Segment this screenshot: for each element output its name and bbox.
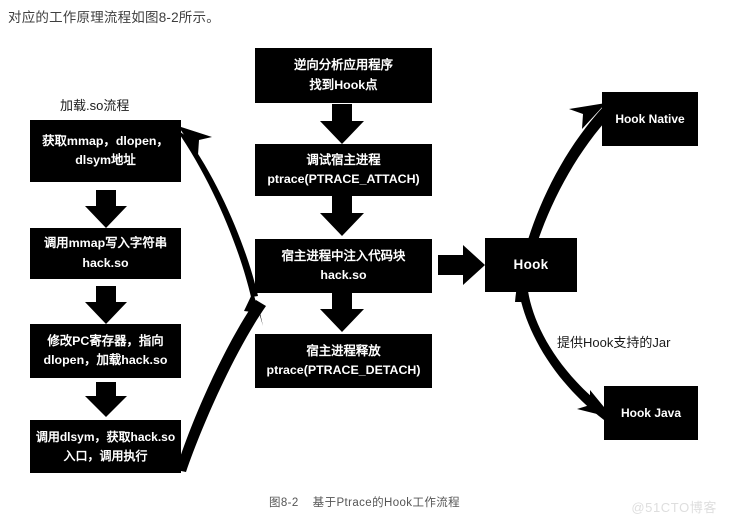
node-line-1: Hook Java	[620, 405, 682, 420]
inject-to-hook-arrow	[438, 245, 485, 285]
node-hook-java: Hook Java	[604, 386, 698, 440]
node-release-host-process-ptrace-detach: 宿主进程释放 ptrace(PTRACE_DETACH)	[255, 334, 432, 388]
node-line-2: 找到Hook点	[309, 77, 378, 92]
left-1-to-2-arrow	[85, 190, 127, 228]
node-line-2: hack.so	[320, 268, 367, 282]
figure-number: 图8-2	[268, 497, 299, 509]
node-line-2: dlopen，加载hack.so	[43, 353, 168, 367]
node-modify-pc-register: 修改PC寄存器，指向 dlopen，加载hack.so	[30, 324, 181, 378]
node-line-1: Hook	[513, 256, 549, 272]
left-2-to-3-arrow	[85, 286, 127, 324]
provide-jar-label: 提供Hook支持的Jar	[557, 335, 671, 350]
node-hook: Hook	[485, 238, 577, 292]
node-line-1: 宿主进程释放	[306, 343, 381, 358]
node-line-1: 调试宿主进程	[306, 152, 381, 167]
node-line-1: 调用mmap写入字符串	[43, 236, 168, 251]
node-line-1: 逆向分析应用程序	[293, 58, 394, 73]
load-so-flow-label: 加载.so流程	[60, 98, 130, 113]
node-call-mmap-write-string: 调用mmap写入字符串 hack.so	[30, 228, 181, 279]
inject-to-load-so-curve	[176, 126, 258, 297]
hook-to-hook-java-curve	[519, 291, 613, 420]
node-get-mmap-dlopen-dlsym: 获取mmap，dlopen， dlsym地址	[30, 120, 181, 182]
node-debug-host-process-ptrace-attach: 调试宿主进程 ptrace(PTRACE_ATTACH)	[255, 144, 432, 196]
node-line-2: ptrace(PTRACE_DETACH)	[266, 363, 421, 377]
center-3-to-4-arrow	[320, 292, 364, 332]
node-inject-code-block-hack-so: 宿主进程中注入代码块 hack.so	[255, 239, 432, 293]
node-line-1: 获取mmap，dlopen，	[42, 133, 169, 148]
node-line-1: 宿主进程中注入代码块	[281, 248, 406, 263]
node-reverse-analyze-find-hook-point: 逆向分析应用程序 找到Hook点	[255, 48, 432, 103]
node-line-1: 修改PC寄存器，指向	[47, 333, 164, 348]
dlsym-back-to-inject-curve	[176, 292, 266, 472]
center-1-to-2-arrow	[320, 104, 364, 144]
watermark: @51CTO博客	[631, 500, 717, 515]
node-line-2: hack.so	[82, 255, 129, 270]
center-2-to-3-arrow	[320, 196, 364, 236]
node-call-dlsym-entry: 调用dlsym，获取hack.so 入口，调用执行	[30, 420, 181, 473]
node-line-2: 入口，调用执行	[63, 448, 148, 463]
figure-title: 基于Ptrace的Hook工作流程	[312, 497, 461, 509]
left-3-to-4-arrow	[85, 382, 127, 417]
node-line-1: Hook Native	[615, 111, 685, 126]
node-hook-native: Hook Native	[602, 92, 698, 146]
node-line-1: 调用dlsym，获取hack.so	[35, 429, 176, 444]
figure-caption: 图8-2 基于Ptrace的Hook工作流程	[0, 494, 729, 510]
node-line-2: dlsym地址	[75, 153, 136, 167]
node-line-2: ptrace(PTRACE_ATTACH)	[267, 172, 420, 186]
